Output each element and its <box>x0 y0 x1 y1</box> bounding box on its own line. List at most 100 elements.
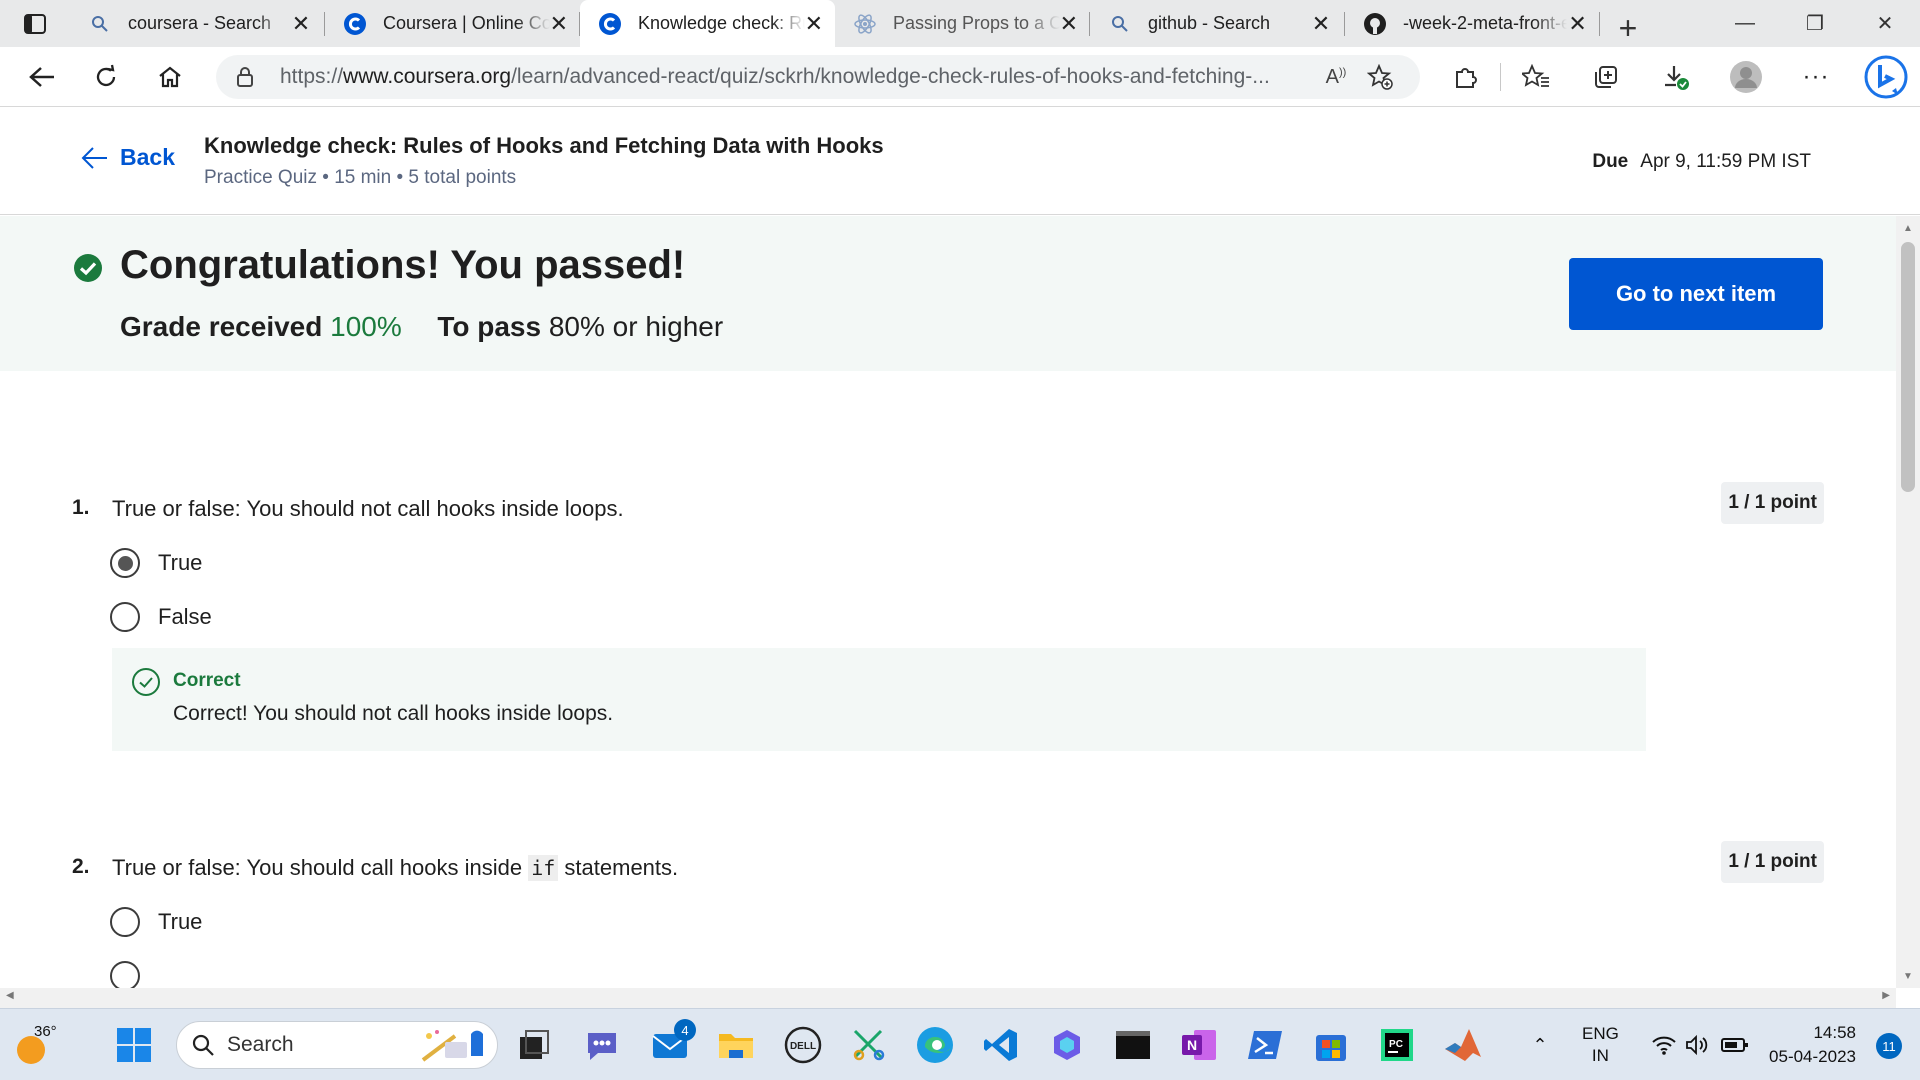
tab-github-search[interactable]: github - Search ✕ <box>1090 0 1345 47</box>
refresh-button[interactable] <box>74 47 138 107</box>
scroll-right-arrow-icon[interactable]: ▶ <box>1882 990 1890 1001</box>
taskbar-search[interactable]: Search <box>176 1021 498 1069</box>
option-false[interactable]: False <box>110 602 212 632</box>
question-text-after: statements. <box>558 855 679 880</box>
edge-browser-button[interactable] <box>913 1023 957 1067</box>
close-icon[interactable]: ✕ <box>805 11 823 36</box>
windows-taskbar: 36° Search 4 DELL N PC ⌃ ENG IN 14:58 05… <box>0 1008 1920 1080</box>
close-icon[interactable]: ✕ <box>1567 11 1588 36</box>
option-partial[interactable] <box>110 961 158 988</box>
vscode-button[interactable] <box>979 1023 1023 1067</box>
taskbar-clock[interactable]: 14:58 05-04-2023 <box>1769 1021 1856 1069</box>
close-icon[interactable]: ✕ <box>1060 11 1078 36</box>
bing-copilot-button[interactable] <box>1851 47 1920 107</box>
tab-passing-props[interactable]: Passing Props to a Component ✕ <box>835 0 1090 47</box>
grade-value: 100% <box>330 311 402 342</box>
pass-value: 80% or higher <box>548 311 724 342</box>
tab-knowledge-check[interactable]: Knowledge check: Rules of Hooks ✕ <box>580 0 835 47</box>
scroll-down-arrow-icon[interactable]: ▼ <box>1896 966 1920 986</box>
coursera-icon <box>343 12 367 36</box>
matlab-button[interactable] <box>1441 1023 1485 1067</box>
option-true[interactable]: True <box>110 548 202 578</box>
extensions-button[interactable] <box>1430 47 1500 107</box>
url-text[interactable]: https://www.coursera.org/learn/advanced-… <box>280 65 1314 89</box>
back-link[interactable]: Back <box>80 144 175 171</box>
snip-icon <box>853 1029 885 1061</box>
search-icon <box>1108 12 1132 36</box>
battery-icon[interactable] <box>1720 1036 1749 1054</box>
store-icon <box>1316 1035 1346 1061</box>
scroll-left-arrow-icon[interactable]: ◀ <box>6 990 14 1001</box>
notification-badge[interactable]: 11 <box>1876 1033 1902 1059</box>
language-indicator[interactable]: ENG IN <box>1582 1023 1619 1067</box>
show-hidden-icons-button[interactable]: ⌃ <box>1522 1035 1558 1056</box>
back-nav-button[interactable] <box>10 47 74 107</box>
profile-button[interactable] <box>1711 47 1781 107</box>
downloads-button[interactable] <box>1641 47 1711 107</box>
home-button[interactable] <box>138 47 202 107</box>
dell-app-button[interactable]: DELL <box>781 1023 825 1067</box>
file-explorer-button[interactable] <box>714 1023 758 1067</box>
feedback-title: Correct <box>173 670 241 691</box>
store-button[interactable] <box>1309 1023 1353 1067</box>
favorites-button[interactable] <box>1501 47 1571 107</box>
task-view-button[interactable] <box>512 1023 556 1067</box>
terminal-button[interactable] <box>1111 1023 1155 1067</box>
close-window-button[interactable]: ✕ <box>1850 0 1920 47</box>
wifi-icon[interactable] <box>1651 1034 1677 1056</box>
radio-unselected[interactable] <box>110 602 140 632</box>
restore-button[interactable]: ❐ <box>1780 0 1850 47</box>
minimize-button[interactable]: — <box>1710 0 1780 47</box>
powershell-button[interactable] <box>1243 1023 1287 1067</box>
points-badge: 1 / 1 point <box>1721 841 1824 883</box>
tab-actions-button[interactable] <box>0 0 70 47</box>
new-tab-button[interactable]: + <box>1600 10 1656 47</box>
snipping-tool-button[interactable] <box>847 1023 891 1067</box>
terminal-icon <box>1116 1031 1150 1059</box>
close-icon[interactable]: ✕ <box>1309 11 1333 36</box>
favorites-icon <box>1522 64 1549 87</box>
chat-app-button[interactable] <box>580 1023 624 1067</box>
vertical-scrollbar[interactable]: ▲ ▼ <box>1896 216 1920 988</box>
scrollbar-thumb[interactable] <box>1901 242 1915 492</box>
question-text-before: True or false: You should call hooks ins… <box>112 855 529 880</box>
system-tray: ⌃ ENG IN <box>1522 1009 1749 1080</box>
go-to-next-item-button[interactable]: Go to next item <box>1569 258 1823 330</box>
copilot-app-button[interactable] <box>1045 1023 1089 1067</box>
horizontal-scrollbar[interactable]: ◀ ▶ <box>0 988 1896 1008</box>
dell-logo-icon: DELL <box>784 1026 822 1064</box>
lock-icon[interactable] <box>234 66 256 88</box>
folder-icon <box>719 1034 753 1058</box>
search-icon <box>192 1034 214 1056</box>
back-label: Back <box>120 144 175 170</box>
option-label: True <box>158 909 203 934</box>
onenote-button[interactable]: N <box>1177 1023 1221 1067</box>
tab-actions-icon <box>24 13 46 34</box>
radio-selected[interactable] <box>110 548 140 578</box>
mail-badge: 4 <box>674 1019 696 1041</box>
close-icon[interactable]: ✕ <box>550 11 568 36</box>
tab-github-repo[interactable]: -week-2-meta-front-end ✕ <box>1345 0 1600 47</box>
option-true[interactable]: True <box>110 907 202 937</box>
address-bar[interactable]: https://www.coursera.org/learn/advanced-… <box>216 55 1420 99</box>
close-icon[interactable]: ✕ <box>289 11 313 36</box>
tab-title: Passing Props to a Component <box>893 13 1060 33</box>
radio-unselected[interactable] <box>110 961 140 988</box>
question-number: 2. <box>72 855 90 878</box>
tab-coursera-home[interactable]: Coursera | Online Courses & Credentials … <box>325 0 580 47</box>
volume-icon[interactable] <box>1685 1034 1711 1056</box>
pycharm-button[interactable]: PC <box>1375 1023 1419 1067</box>
github-icon <box>1363 12 1387 36</box>
tab-coursera-search[interactable]: coursera - Search ✕ <box>70 0 325 47</box>
add-favorite-button[interactable] <box>1358 64 1402 90</box>
read-aloud-button[interactable]: A)) <box>1314 66 1358 89</box>
clock-date: 05-04-2023 <box>1769 1047 1856 1066</box>
more-options-button[interactable]: ··· <box>1781 47 1851 107</box>
scroll-up-arrow-icon[interactable]: ▲ <box>1896 218 1920 238</box>
radio-unselected[interactable] <box>110 907 140 937</box>
restore-icon: ❐ <box>1806 13 1824 35</box>
weather-widget[interactable]: 36° <box>14 1021 64 1069</box>
mail-app-button[interactable]: 4 <box>648 1019 696 1067</box>
collections-button[interactable] <box>1571 47 1641 107</box>
start-button[interactable] <box>112 1023 156 1067</box>
